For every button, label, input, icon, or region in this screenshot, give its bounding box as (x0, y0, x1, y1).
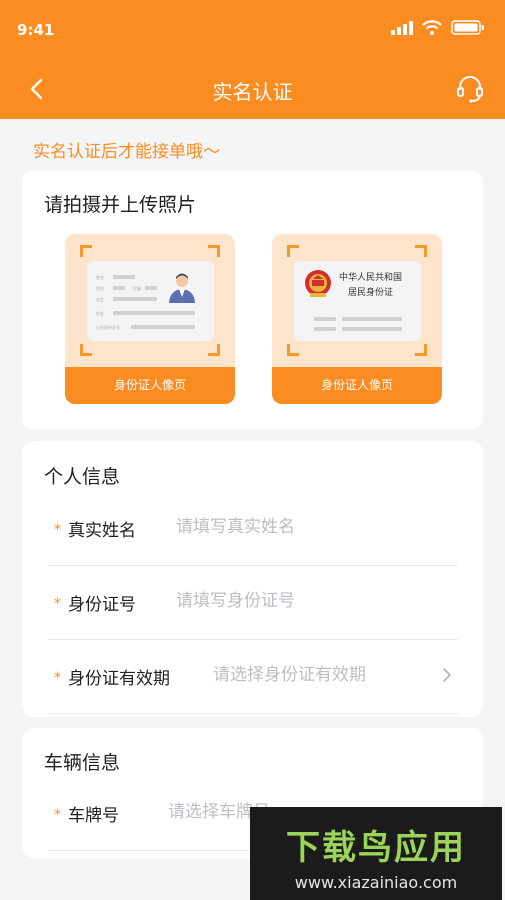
watermark-brand: 下载鸟应用 (286, 828, 466, 868)
portrait-icon (169, 273, 195, 303)
status-time: 9:41 (17, 21, 55, 39)
frame-corner (415, 344, 427, 356)
real-name-field: * 真实姓名 (48, 514, 458, 566)
frame-corner (287, 245, 299, 257)
signal-icon (391, 20, 413, 35)
id-card-back-line1: 中华人民共和国 (339, 273, 403, 283)
required-mark: * (54, 596, 61, 612)
id-number-label: 身份证号 (68, 595, 136, 615)
id-card-back-upload[interactable]: 中华人民共和国 居民身份证 身份证人像页 (272, 234, 442, 404)
frame-corner (287, 344, 299, 356)
id-field-ethnicity: 民族 (133, 286, 141, 291)
id-number-field: * 身份证号 (48, 588, 458, 640)
status-bar: 9:41 (0, 0, 505, 60)
nav-bar: 实名认证 (0, 60, 505, 119)
national-emblem-icon (305, 270, 331, 297)
id-card-front-label: 身份证人像页 (65, 367, 235, 404)
frame-corner (415, 245, 427, 257)
id-text-line (314, 327, 336, 331)
id-number-input[interactable] (176, 588, 446, 614)
id-card-front-illustration: 姓名 性别 民族 出生 住址 公民身份证号 (87, 261, 214, 341)
id-text-line (314, 317, 336, 321)
real-name-label: 真实姓名 (68, 521, 136, 541)
frame-corner (208, 245, 220, 257)
id-field-number: 公民身份证号 (96, 325, 120, 330)
id-text-line (113, 275, 135, 279)
id-text-line (145, 286, 157, 290)
required-mark: * (54, 807, 61, 823)
id-field-birth: 出生 (96, 297, 104, 302)
notice-text: 实名认证后才能接单哦～ (33, 142, 220, 162)
id-field-address: 住址 (96, 311, 104, 316)
frame-corner (80, 245, 92, 257)
id-text-line (342, 327, 402, 331)
page-title: 实名认证 (212, 80, 293, 104)
customer-service-icon[interactable] (455, 74, 485, 104)
battery-icon (451, 20, 484, 35)
required-mark: * (54, 522, 61, 538)
id-validity-label: 身份证有效期 (68, 669, 170, 689)
id-validity-select[interactable] (213, 662, 428, 688)
id-card-back-title: 中华人民共和国 居民身份证 (339, 271, 402, 301)
wifi-icon (422, 20, 442, 35)
watermark-logo: 下载鸟应用 www.xiazainiao.com (250, 807, 502, 900)
id-card-back-label: 身份证人像页 (272, 367, 442, 404)
required-mark: * (54, 670, 61, 686)
photo-upload-card: 请拍摄并上传照片 姓名 性别 民族 出生 住址 公民身份证号 身份证人像页 中华… (22, 170, 483, 430)
id-card-front-upload[interactable]: 姓名 性别 民族 出生 住址 公民身份证号 身份证人像页 (65, 234, 235, 404)
id-field-gender: 性别 (96, 286, 104, 291)
personal-section-title: 个人信息 (44, 466, 121, 488)
id-text-line (113, 286, 125, 290)
status-icons (391, 20, 485, 35)
plate-number-label: 车牌号 (68, 806, 119, 826)
frame-corner (80, 344, 92, 356)
photo-section-title: 请拍摄并上传照片 (44, 194, 197, 216)
id-text-line (342, 317, 402, 321)
id-field-name: 姓名 (96, 275, 104, 280)
frame-corner (208, 344, 220, 356)
id-text-line (113, 297, 157, 301)
watermark-url: www.xiazainiao.com (294, 873, 458, 892)
real-name-input[interactable] (176, 514, 446, 540)
id-validity-field[interactable]: * 身份证有效期 (48, 662, 458, 714)
chevron-right-icon (443, 668, 451, 682)
personal-info-card: 个人信息 * 真实姓名 * 身份证号 * 身份证有效期 (22, 441, 483, 717)
id-text-line (131, 325, 195, 329)
id-card-back-illustration: 中华人民共和国 居民身份证 (294, 261, 421, 341)
app-header: 9:41 实名认证 (0, 0, 505, 119)
id-text-line (113, 311, 195, 315)
id-card-back-line2: 居民身份证 (348, 288, 394, 298)
vehicle-section-title: 车辆信息 (44, 752, 121, 774)
